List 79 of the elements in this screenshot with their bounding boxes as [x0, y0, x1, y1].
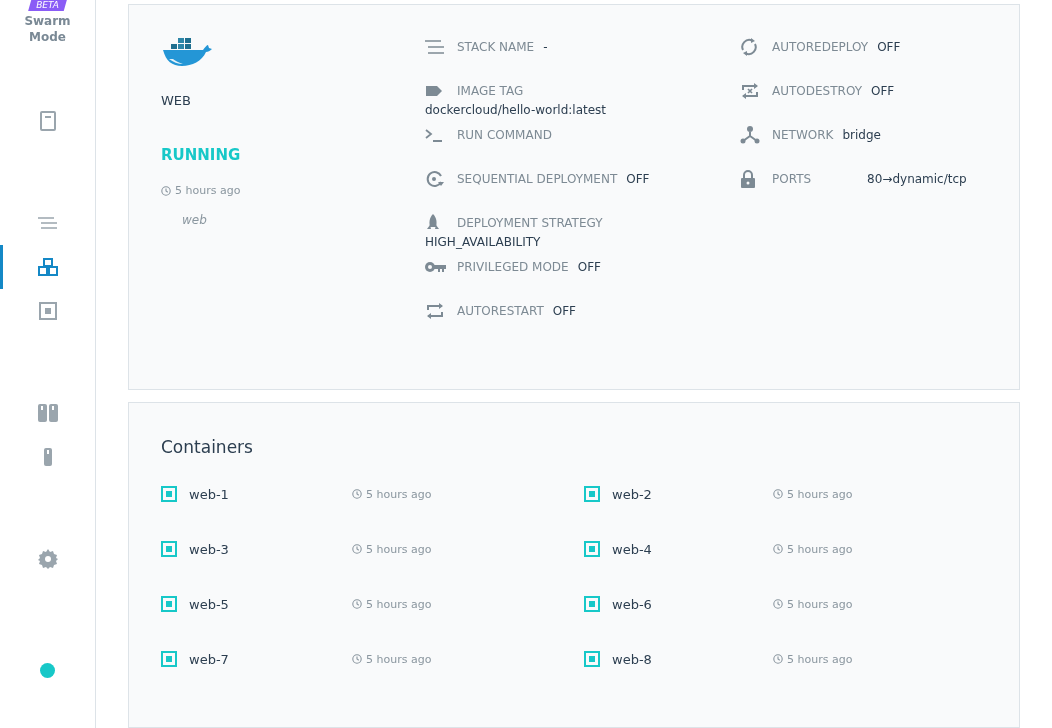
detail-value: OFF — [626, 172, 650, 186]
circular-arrow-icon — [425, 170, 445, 188]
document-icon — [39, 111, 56, 131]
detail-label: IMAGE TAG — [457, 84, 524, 98]
detail-label: AUTORESTART — [457, 304, 544, 318]
service-state: RUNNING — [161, 146, 242, 164]
container-time: 5 hours ago — [787, 487, 853, 501]
container-time: 5 hours ago — [366, 597, 432, 611]
container-square-icon — [38, 302, 57, 320]
container-time: 5 hours ago — [366, 487, 432, 501]
container-name[interactable]: web-8 — [612, 651, 652, 667]
whale-logo — [161, 37, 213, 67]
swarm-mode-title: Swarm Mode — [23, 13, 72, 45]
repeat-arrows-icon — [425, 302, 445, 320]
detail-value: OFF — [552, 304, 576, 318]
key-icon — [425, 261, 447, 273]
service-time: 5 hours ago — [175, 184, 241, 197]
lines-icon — [425, 40, 445, 54]
container-name[interactable]: web-5 — [189, 596, 229, 612]
clock-icon — [773, 599, 783, 609]
clock-icon — [352, 599, 362, 609]
service-tag: web — [182, 213, 425, 227]
tag-icon — [425, 85, 443, 97]
container-time: 5 hours ago — [787, 542, 853, 556]
container-time: 5 hours ago — [787, 652, 853, 666]
container-time: 5 hours ago — [787, 597, 853, 611]
detail-label: AUTOREDEPLOY — [772, 40, 869, 54]
beta-badge: BETA — [28, 0, 67, 11]
container-icon — [584, 486, 600, 502]
clock-icon — [352, 654, 362, 664]
detail-value: OFF — [577, 260, 601, 274]
container-icon — [161, 486, 177, 502]
clock-icon — [161, 185, 171, 196]
container-name[interactable]: web-6 — [612, 596, 652, 612]
binoculars-icon — [36, 403, 59, 423]
network-icon — [740, 126, 760, 144]
crossed-arrows-icon — [740, 82, 760, 100]
container-name[interactable]: web-2 — [612, 486, 652, 502]
service-name: WEB — [161, 93, 192, 108]
refresh-icon — [740, 38, 758, 56]
lines-icon — [37, 217, 58, 229]
detail-label: STACK NAME — [457, 40, 535, 54]
container-icon — [161, 541, 177, 557]
container-icon — [161, 651, 177, 667]
detail-value: OFF — [871, 84, 895, 98]
detail-value: HIGH_AVAILABILITY — [425, 235, 542, 249]
clock-icon — [352, 544, 362, 554]
containers-title: Containers — [161, 437, 254, 457]
container-icon — [584, 596, 600, 612]
container-icon — [584, 651, 600, 667]
container-name[interactable]: web-1 — [189, 486, 229, 502]
lock-icon — [740, 169, 756, 189]
clock-icon — [352, 489, 362, 499]
terminal-icon — [425, 128, 443, 142]
stack-icon — [37, 258, 58, 276]
detail-label: SEQUENTIAL DEPLOYMENT — [457, 172, 618, 186]
detail-value: bridge — [842, 128, 881, 142]
detail-value: 80→dynamic/tcp — [867, 172, 967, 186]
container-icon — [584, 541, 600, 557]
detail-label: DEPLOYMENT STRATEGY — [457, 216, 603, 230]
detail-value: - — [543, 40, 548, 54]
clock-icon — [773, 544, 783, 554]
remote-icon — [42, 447, 53, 467]
clock-icon — [773, 654, 783, 664]
container-icon — [161, 596, 177, 612]
container-time: 5 hours ago — [366, 652, 432, 666]
detail-value: OFF — [877, 40, 901, 54]
settings-icon — [37, 549, 58, 569]
detail-label: AUTODESTROY — [772, 84, 862, 98]
detail-label: PRIVILEGED MODE — [457, 260, 569, 274]
container-name[interactable]: web-3 — [189, 541, 229, 557]
container-name[interactable]: web-7 — [189, 651, 229, 667]
detail-label: RUN COMMAND — [457, 128, 552, 142]
container-name[interactable]: web-4 — [612, 541, 652, 557]
detail-label: NETWORK — [772, 128, 834, 142]
detail-label: PORTS — [772, 172, 812, 186]
container-time: 5 hours ago — [366, 542, 432, 556]
detail-value: dockercloud/hello-world:latest — [425, 103, 608, 117]
clock-icon — [773, 489, 783, 499]
